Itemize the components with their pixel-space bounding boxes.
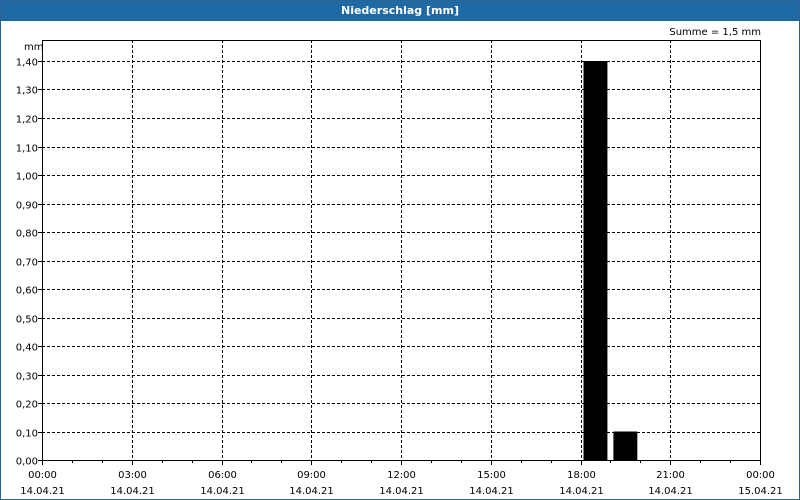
x-tick-date: 14.04.21 bbox=[20, 486, 65, 497]
x-tick-time: 09:00 bbox=[297, 470, 326, 481]
x-tick-time: 15:00 bbox=[477, 470, 506, 481]
y-tick-label: 0,70 bbox=[16, 258, 38, 269]
x-tick-time: 18:00 bbox=[567, 470, 596, 481]
y-tick-label: 0,00 bbox=[16, 457, 38, 468]
x-tick-date: 15.04.21 bbox=[738, 486, 783, 497]
bar bbox=[613, 431, 638, 460]
y-axis-unit: mm bbox=[24, 42, 43, 53]
y-tick-label: 0,90 bbox=[16, 201, 38, 212]
y-tick-label: 0,60 bbox=[16, 286, 38, 297]
y-tick-label: 0,30 bbox=[16, 372, 38, 383]
x-tick-date: 14.04.21 bbox=[379, 486, 424, 497]
y-tick-label: 0,80 bbox=[16, 229, 38, 240]
x-tick-date: 14.04.21 bbox=[469, 486, 514, 497]
x-tick-date: 14.04.21 bbox=[648, 486, 693, 497]
bar bbox=[583, 61, 608, 460]
y-axis: 0,00 0,10 0,20 0,30 0,40 0,50 0,60 0,70 0,80 0,90… bbox=[16, 58, 42, 468]
grid bbox=[42, 40, 760, 460]
chart-plot: mm 0,000,100,200,300,400,500,600,700,800… bbox=[16, 40, 783, 497]
x-axis: 00:00 14.04.21 03:00 14.04.21 06:00 14.04.21 0… bbox=[20, 460, 783, 497]
x-tick-time: 21:00 bbox=[656, 470, 685, 481]
x-tick-date: 14.04.21 bbox=[200, 486, 245, 497]
y-tick-label: 1,30 bbox=[16, 86, 38, 97]
y-tick-label: 0,50 bbox=[16, 315, 38, 326]
x-tick-time: 06:00 bbox=[208, 470, 237, 481]
x-tick-date: 14.04.21 bbox=[559, 486, 604, 497]
y-tick-label: 0,40 bbox=[16, 343, 38, 354]
x-tick-time: 00:00 bbox=[746, 470, 775, 481]
bars bbox=[583, 61, 638, 460]
x-tick-time: 03:00 bbox=[118, 470, 147, 481]
y-tick-label: 1,40 bbox=[16, 58, 38, 69]
x-tick-date: 14.04.21 bbox=[289, 486, 334, 497]
y-tick-label: 1,00 bbox=[16, 172, 38, 183]
y-tick-label: 1,20 bbox=[16, 115, 38, 126]
y-tick-label: 0,20 bbox=[16, 400, 38, 411]
y-tick-label: 0,10 bbox=[16, 429, 38, 440]
x-tick-time: 00:00 bbox=[28, 470, 57, 481]
y-tick-label: 1,10 bbox=[16, 144, 38, 155]
x-tick-time: 12:00 bbox=[387, 470, 416, 481]
x-tick-date: 14.04.21 bbox=[110, 486, 155, 497]
